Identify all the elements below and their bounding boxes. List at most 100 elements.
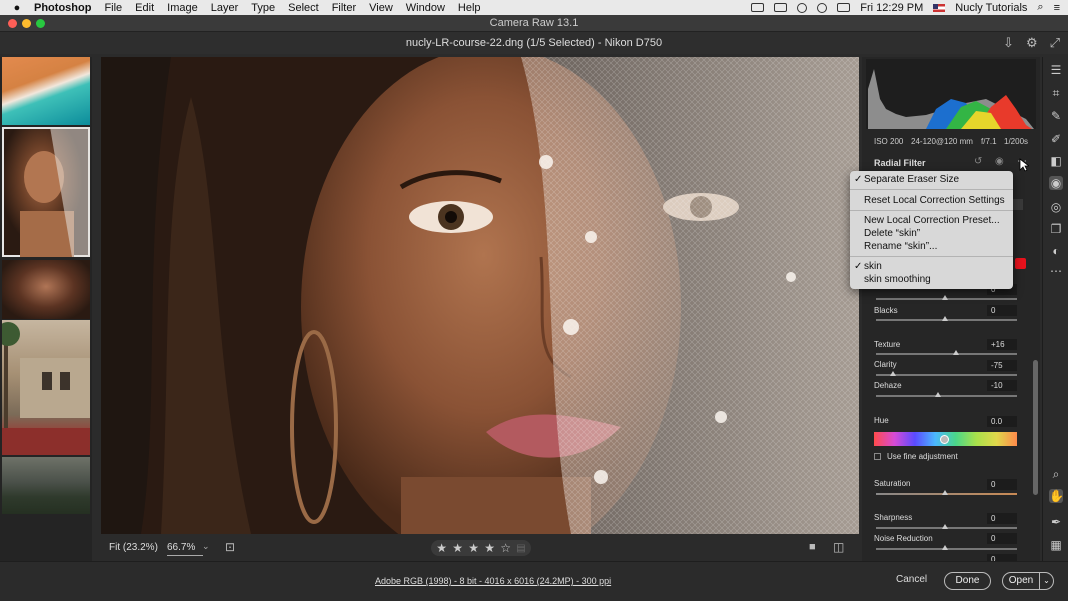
zoom-window-icon[interactable] [36, 19, 45, 28]
color-sampler-icon[interactable]: ✒ [1049, 515, 1063, 529]
thumbnail-landscape[interactable] [2, 457, 90, 514]
thumbnail-beach[interactable] [2, 57, 90, 125]
open-options-chevron-icon[interactable]: ⌄ [1039, 572, 1054, 590]
menu-item-skin-preset[interactable]: skin [864, 261, 882, 272]
save-icon[interactable]: ⇩ [1003, 32, 1014, 54]
apple-icon[interactable]: ● [10, 2, 24, 14]
star-icon[interactable]: ★ [468, 541, 479, 555]
search-icon[interactable]: ⌕ [1037, 1, 1043, 14]
saturation-slider-knob[interactable] [942, 490, 948, 495]
sharpness-value[interactable]: 0 [987, 513, 1017, 524]
texture-slider[interactable] [876, 353, 1017, 355]
menu-item-new-local-preset[interactable]: New Local Correction Preset... [864, 215, 1000, 226]
fine-adjust-checkbox[interactable] [874, 453, 881, 460]
reset-icon[interactable]: ↺ [974, 156, 982, 167]
menu-window[interactable]: Window [406, 2, 445, 14]
fit-zoom-label[interactable]: Fit (23.2%) [109, 542, 158, 553]
fullscreen-icon[interactable]: ⤢ [1050, 32, 1060, 54]
star-rating[interactable]: ★ ★ ★ ★ ☆ ▤ [431, 540, 531, 556]
open-button[interactable]: Open [1002, 572, 1040, 590]
crop-icon[interactable]: ⌗ [1049, 86, 1063, 100]
blacks-value[interactable]: 0 [987, 305, 1017, 316]
gradient-icon[interactable]: ◧ [1049, 154, 1063, 168]
menu-help[interactable]: Help [458, 2, 481, 14]
dehaze-value[interactable]: -10 [987, 380, 1017, 391]
compare-icon[interactable]: ⊡ [225, 540, 235, 554]
before-after-icon[interactable]: ◫ [833, 540, 844, 554]
record-icon[interactable] [797, 2, 808, 13]
star-icon[interactable]: ★ [436, 541, 447, 555]
menu-item-skin-smoothing-preset[interactable]: skin smoothing [864, 274, 931, 285]
color-swatch[interactable] [1015, 258, 1026, 269]
menu-file[interactable]: File [104, 2, 122, 14]
brush-icon[interactable]: ✐ [1049, 132, 1063, 146]
presets-icon[interactable]: ◐ [1049, 244, 1063, 258]
moire-value[interactable]: 0 [987, 554, 1017, 561]
panel-scrollbar[interactable] [1033, 360, 1038, 495]
menu-image[interactable]: Image [167, 2, 198, 14]
hue-slider-knob[interactable] [940, 435, 949, 444]
hand-icon[interactable]: ✋ [1049, 489, 1064, 503]
thumbnail-face[interactable] [2, 260, 90, 319]
done-button[interactable]: Done [944, 572, 991, 590]
battery-icon[interactable] [837, 3, 851, 12]
screen-icon[interactable] [751, 3, 765, 12]
menu-layer[interactable]: Layer [211, 2, 239, 14]
chevron-down-icon[interactable]: ⌄ [202, 541, 210, 552]
star-icon[interactable]: ★ [452, 541, 463, 555]
more-icon[interactable]: ⋯ [1049, 264, 1063, 278]
clarity-slider[interactable] [876, 374, 1017, 376]
thumbnail-portrait-selected[interactable] [2, 127, 90, 257]
noise-reduction-value[interactable]: 0 [987, 533, 1017, 544]
noise-reduction-slider-knob[interactable] [942, 545, 948, 550]
menu-item-delete-skin[interactable]: Delete “skin” [864, 228, 920, 239]
dehaze-slider[interactable] [876, 395, 1017, 397]
dehaze-slider-knob[interactable] [935, 392, 941, 397]
sharpness-slider-knob[interactable] [942, 524, 948, 529]
file-header: nucly-LR-course-22.dng (1/5 Selected) - … [0, 32, 1068, 54]
wifi-icon[interactable] [817, 2, 828, 13]
zoom-icon[interactable]: ⌕ [1049, 467, 1063, 481]
hue-value[interactable]: 0.0 [987, 416, 1017, 427]
thumbnail-building[interactable] [2, 320, 90, 455]
app-menu[interactable]: Photoshop [34, 2, 91, 14]
star-icon[interactable]: ★ [484, 541, 495, 555]
menu-item-reset-local-correction[interactable]: Reset Local Correction Settings [864, 195, 1005, 206]
toggle-overlay-icon[interactable]: ■ [809, 541, 816, 553]
clarity-slider-knob[interactable] [890, 371, 896, 376]
grid-icon[interactable]: ▦ [1049, 538, 1063, 552]
menu-type[interactable]: Type [251, 2, 275, 14]
flag-icon[interactable] [933, 3, 946, 12]
gear-icon[interactable]: ⚙ [1026, 32, 1038, 54]
menu-list-icon[interactable]: ≡ [1054, 2, 1060, 14]
menu-edit[interactable]: Edit [135, 2, 154, 14]
display-icon[interactable] [774, 3, 788, 12]
visibility-icon[interactable]: ◉ [995, 156, 1004, 167]
texture-slider-knob[interactable] [953, 350, 959, 355]
zoom-level-field[interactable]: 66.7% [167, 542, 203, 556]
whites-slider-knob[interactable] [942, 295, 948, 300]
menu-item-separate-eraser-size[interactable]: Separate Eraser Size [864, 174, 959, 185]
user-name[interactable]: Nucly Tutorials [955, 2, 1027, 14]
close-window-icon[interactable] [8, 19, 17, 28]
sliders-icon[interactable]: ☰ [1049, 63, 1063, 77]
menu-item-rename-skin[interactable]: Rename “skin”... [864, 241, 937, 252]
menu-filter[interactable]: Filter [332, 2, 356, 14]
redeye-icon[interactable]: ◎ [1049, 200, 1063, 214]
clock[interactable]: Fri 12:29 PM [860, 2, 923, 14]
clarity-value[interactable]: -75 [987, 360, 1017, 371]
workflow-options-link[interactable]: Adobe RGB (1998) - 8 bit - 4016 x 6016 (… [375, 576, 611, 586]
menu-view[interactable]: View [369, 2, 393, 14]
menu-select[interactable]: Select [288, 2, 319, 14]
cancel-button[interactable]: Cancel [896, 574, 927, 585]
healing-icon[interactable]: ✎ [1049, 109, 1063, 123]
radial-filter-icon[interactable]: ◉ [1049, 176, 1063, 190]
saturation-value[interactable]: 0 [987, 479, 1017, 490]
trash-icon[interactable]: ▤ [516, 543, 525, 554]
main-image-preview[interactable] [101, 57, 859, 534]
star-empty-icon[interactable]: ☆ [500, 541, 511, 555]
snapshots-icon[interactable]: ❐ [1049, 222, 1063, 236]
texture-value[interactable]: +16 [987, 339, 1017, 350]
minimize-window-icon[interactable] [22, 19, 31, 28]
blacks-slider-knob[interactable] [942, 316, 948, 321]
